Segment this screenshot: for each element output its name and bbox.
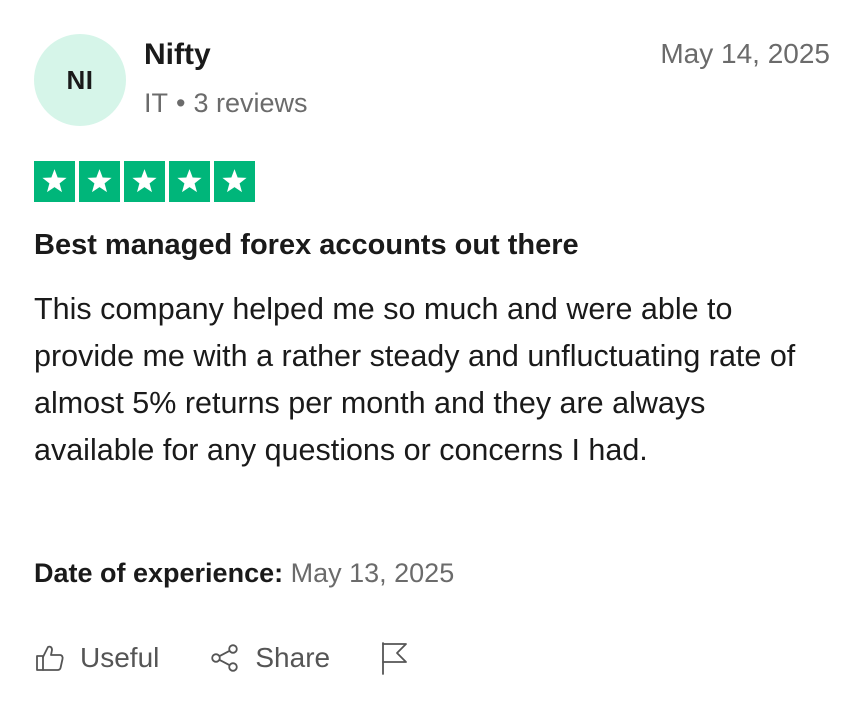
- star-icon: [132, 169, 157, 193]
- reviewer-name[interactable]: Nifty: [144, 38, 211, 72]
- star-3: [124, 161, 165, 202]
- share-label: Share: [255, 642, 331, 673]
- star-4: [169, 161, 210, 202]
- review-body: This company helped me so much and were …: [34, 292, 796, 467]
- share-button[interactable]: Share: [209, 642, 330, 674]
- experience-date: May 13, 2025: [290, 558, 455, 588]
- useful-label: Useful: [80, 642, 160, 673]
- star-icon: [222, 169, 247, 193]
- date-of-experience: Date of experience: May 13, 2025: [34, 558, 454, 589]
- review-actions: Useful Share: [34, 640, 410, 676]
- reviewer-country: IT: [144, 88, 168, 118]
- reviewer-review-count: 3 reviews: [193, 88, 308, 118]
- share-icon: [211, 644, 239, 672]
- flag-icon: [382, 642, 407, 675]
- experience-label: Date of experience:: [34, 558, 284, 588]
- star-icon: [87, 169, 112, 193]
- report-button[interactable]: [378, 640, 410, 676]
- meta-separator: •: [176, 88, 186, 118]
- star-rating: [34, 161, 255, 202]
- reviewer-avatar[interactable]: NI: [34, 34, 126, 126]
- star-1: [34, 161, 75, 202]
- review-title[interactable]: Best managed forex accounts out there: [34, 229, 579, 262]
- avatar-initials: NI: [66, 64, 94, 95]
- review-date: May 14, 2025: [660, 38, 830, 69]
- star-icon: [42, 169, 67, 193]
- star-icon: [177, 169, 202, 193]
- reviewer-meta: IT • 3 reviews: [144, 88, 308, 119]
- thumbs-up-icon: [36, 645, 64, 671]
- star-2: [79, 161, 120, 202]
- useful-button[interactable]: Useful: [34, 642, 159, 674]
- star-5: [214, 161, 255, 202]
